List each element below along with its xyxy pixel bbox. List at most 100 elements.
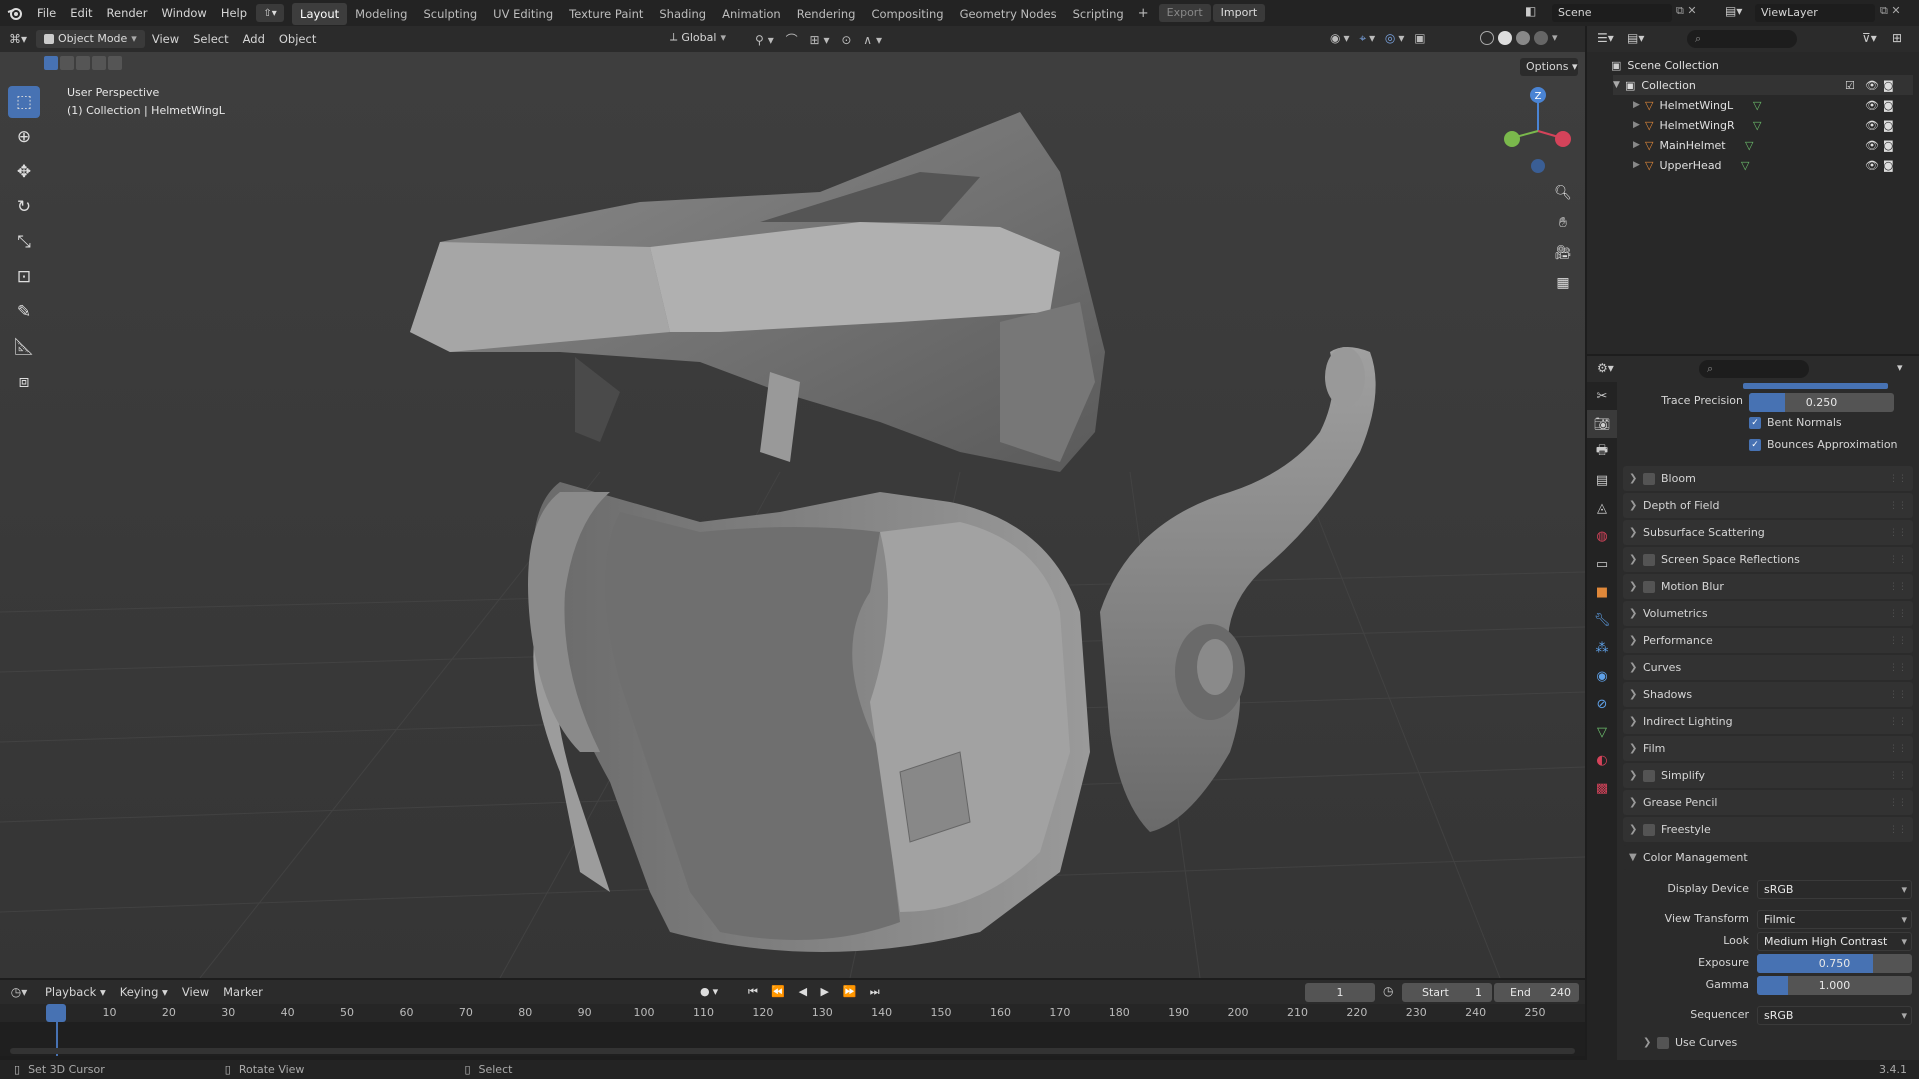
import-button[interactable]: Import	[1212, 4, 1266, 22]
properties-editor-icon[interactable]: ⚙▾	[1597, 361, 1614, 375]
outliner-editor-icon[interactable]: ☰▾	[1597, 31, 1614, 45]
render-panel-header[interactable]: ❯ Grease Pencil ⋮⋮	[1623, 790, 1913, 815]
render-panel-header[interactable]: ❯ Indirect Lighting ⋮⋮	[1623, 709, 1913, 734]
new-collection-icon[interactable]: ⊞	[1892, 31, 1902, 45]
solid-shading-icon[interactable]	[1498, 31, 1512, 45]
navigation-gizmo[interactable]: Z	[1500, 86, 1576, 176]
selection-mode-group[interactable]	[44, 56, 122, 70]
outliner-item[interactable]: ▶ ▽ UpperHead ▽ 👁︎ ◙	[1633, 155, 1913, 175]
render-panel-header[interactable]: ❯ Simplify ⋮⋮	[1623, 763, 1913, 788]
mesh-data-icon[interactable]: ▽	[1745, 139, 1753, 152]
outliner-item[interactable]: ▶ ▽ HelmetWingL ▽ 👁︎ ◙	[1633, 95, 1913, 115]
panel-enable-checkbox[interactable]	[1643, 823, 1655, 836]
tab-uv-editing[interactable]: UV Editing	[485, 3, 561, 25]
eye-icon[interactable]: 👁︎	[1865, 139, 1879, 152]
record-button[interactable]: ●▾	[700, 985, 721, 998]
menu-add[interactable]: Add	[236, 26, 272, 52]
view-layer-tab-icon[interactable]: ▤	[1587, 466, 1617, 494]
drag-handle-icon[interactable]: ⋮⋮	[1889, 663, 1907, 673]
transform-tool-icon[interactable]: ⊡	[8, 261, 40, 293]
menu-render[interactable]: Render	[100, 0, 155, 26]
menu-view[interactable]: View	[175, 979, 216, 1005]
render-panel-header[interactable]: ❯ Bloom ⋮⋮	[1623, 466, 1913, 491]
upload-icon[interactable]: ⇧▾	[256, 4, 285, 22]
add-cube-tool-icon[interactable]: ⧈	[8, 366, 40, 398]
render-panel-header[interactable]: ❯ Depth of Field ⋮⋮	[1623, 493, 1913, 518]
color-management-panel-header[interactable]: ▼ Color Management	[1623, 845, 1913, 870]
eye-icon[interactable]: 👁︎	[1865, 79, 1879, 92]
select-intersect-icon[interactable]	[108, 56, 122, 70]
tab-texture-paint[interactable]: Texture Paint	[561, 3, 651, 25]
render-panel-header[interactable]: ❯ Motion Blur ⋮⋮	[1623, 574, 1913, 599]
new-view-layer-icon[interactable]: ⧉ ✕	[1880, 4, 1901, 18]
render-camera-icon[interactable]: ◙	[1883, 159, 1894, 172]
viewport-canvas[interactable]	[0, 52, 1585, 978]
playback-controls[interactable]: ⏮ ⏪ ◀ ▶ ⏩ ⏭	[748, 985, 885, 999]
view-layer-selector[interactable]: ViewLayer	[1755, 4, 1875, 22]
object-tab-icon[interactable]: ■	[1587, 578, 1617, 606]
drag-handle-icon[interactable]: ⋮⋮	[1889, 474, 1907, 484]
menu-file[interactable]: File	[30, 0, 63, 26]
chevron-down-icon[interactable]: ▾	[1897, 361, 1903, 374]
material-shading-icon[interactable]	[1516, 31, 1530, 45]
render-camera-icon[interactable]: ◙	[1883, 99, 1894, 112]
tab-shading[interactable]: Shading	[651, 3, 714, 25]
select-new-icon[interactable]	[44, 56, 58, 70]
drag-handle-icon[interactable]: ⋮⋮	[1889, 582, 1907, 592]
chevron-down-icon[interactable]: ▾	[1552, 31, 1558, 45]
tab-sculpting[interactable]: Sculpting	[415, 3, 485, 25]
display-mode-icon[interactable]: ▤▾	[1627, 31, 1644, 45]
menu-marker[interactable]: Marker	[216, 979, 270, 1005]
select-subtract-icon[interactable]	[76, 56, 90, 70]
current-frame-field[interactable]: 1	[1305, 983, 1375, 1002]
end-frame-field[interactable]: End 240	[1494, 983, 1579, 1002]
render-camera-icon[interactable]: ◙	[1883, 79, 1894, 92]
scene-tab-icon[interactable]: ◬	[1587, 494, 1617, 522]
clock-icon[interactable]: ◷	[1383, 984, 1393, 998]
mesh-data-icon[interactable]: ▽	[1753, 119, 1761, 132]
panel-enable-checkbox[interactable]	[1643, 769, 1655, 782]
trace-precision-slider[interactable]: 0.250	[1749, 393, 1894, 412]
measure-tool-icon[interactable]: 📐︎	[8, 331, 40, 363]
drag-handle-icon[interactable]: ⋮⋮	[1889, 717, 1907, 727]
panel-enable-checkbox[interactable]	[1643, 580, 1655, 593]
tab-compositing[interactable]: Compositing	[863, 3, 951, 25]
render-panel-header[interactable]: ❯ Freestyle ⋮⋮	[1623, 817, 1913, 842]
zoom-icon[interactable]: 🔍︎	[1550, 180, 1576, 206]
outliner-item[interactable]: ▶ ▽ MainHelmet ▽ 👁︎ ◙	[1633, 135, 1913, 155]
collection-row[interactable]: ▼ ▣ Collection ☑ 👁︎ ◙	[1613, 75, 1913, 95]
timeline[interactable]: 1102030405060708090100110120130140150160…	[0, 1004, 1585, 1056]
view-transform-dropdown[interactable]: Filmic ▾	[1757, 910, 1912, 929]
shading-modes[interactable]: ▾	[1480, 31, 1558, 45]
constraints-tab-icon[interactable]: ⊘	[1587, 690, 1617, 718]
select-box-tool-icon[interactable]: ⬚	[8, 86, 40, 118]
render-panel-header[interactable]: ❯ Performance ⋮⋮	[1623, 628, 1913, 653]
3d-viewport[interactable]: User Perspective (1) Collection | Helmet…	[0, 52, 1585, 978]
gamma-slider[interactable]: 1.000	[1757, 976, 1912, 995]
menu-view[interactable]: View	[145, 26, 186, 52]
menu-help[interactable]: Help	[214, 0, 254, 26]
chevron-right-icon[interactable]: ▶	[1633, 100, 1645, 110]
look-dropdown[interactable]: Medium High Contrast ▾	[1757, 932, 1912, 951]
timeline-scrollbar[interactable]	[10, 1048, 1575, 1054]
editor-type-icon[interactable]: ⌘▾	[0, 32, 36, 46]
start-frame-field[interactable]: Start 1	[1402, 983, 1492, 1002]
wireframe-shading-icon[interactable]	[1480, 31, 1494, 45]
select-invert-icon[interactable]	[92, 56, 106, 70]
blender-logo-icon[interactable]	[0, 0, 30, 26]
scene-selector[interactable]: Scene	[1552, 4, 1672, 22]
render-panel-header[interactable]: ❯ Film ⋮⋮	[1623, 736, 1913, 761]
annotate-tool-icon[interactable]: ✎	[8, 296, 40, 328]
scene-collection-row[interactable]: ▣ Scene Collection	[1611, 55, 1719, 75]
modifier-tab-icon[interactable]: 🔧︎	[1587, 606, 1617, 634]
tab-layout[interactable]: Layout	[292, 3, 348, 25]
eye-icon[interactable]: 👁︎	[1865, 99, 1879, 112]
tab-animation[interactable]: Animation	[714, 3, 789, 25]
mesh-data-icon[interactable]: ▽	[1753, 99, 1761, 112]
outliner-search-input[interactable]: ⌕	[1687, 30, 1797, 48]
properties-search-input[interactable]: ⌕	[1699, 360, 1809, 378]
add-workspace-icon[interactable]: +	[1132, 6, 1155, 21]
drag-handle-icon[interactable]: ⋮⋮	[1889, 609, 1907, 619]
use-curves-subpanel[interactable]: ❯ Use Curves	[1643, 1036, 1737, 1049]
collection-tab-icon[interactable]: ▭	[1587, 550, 1617, 578]
